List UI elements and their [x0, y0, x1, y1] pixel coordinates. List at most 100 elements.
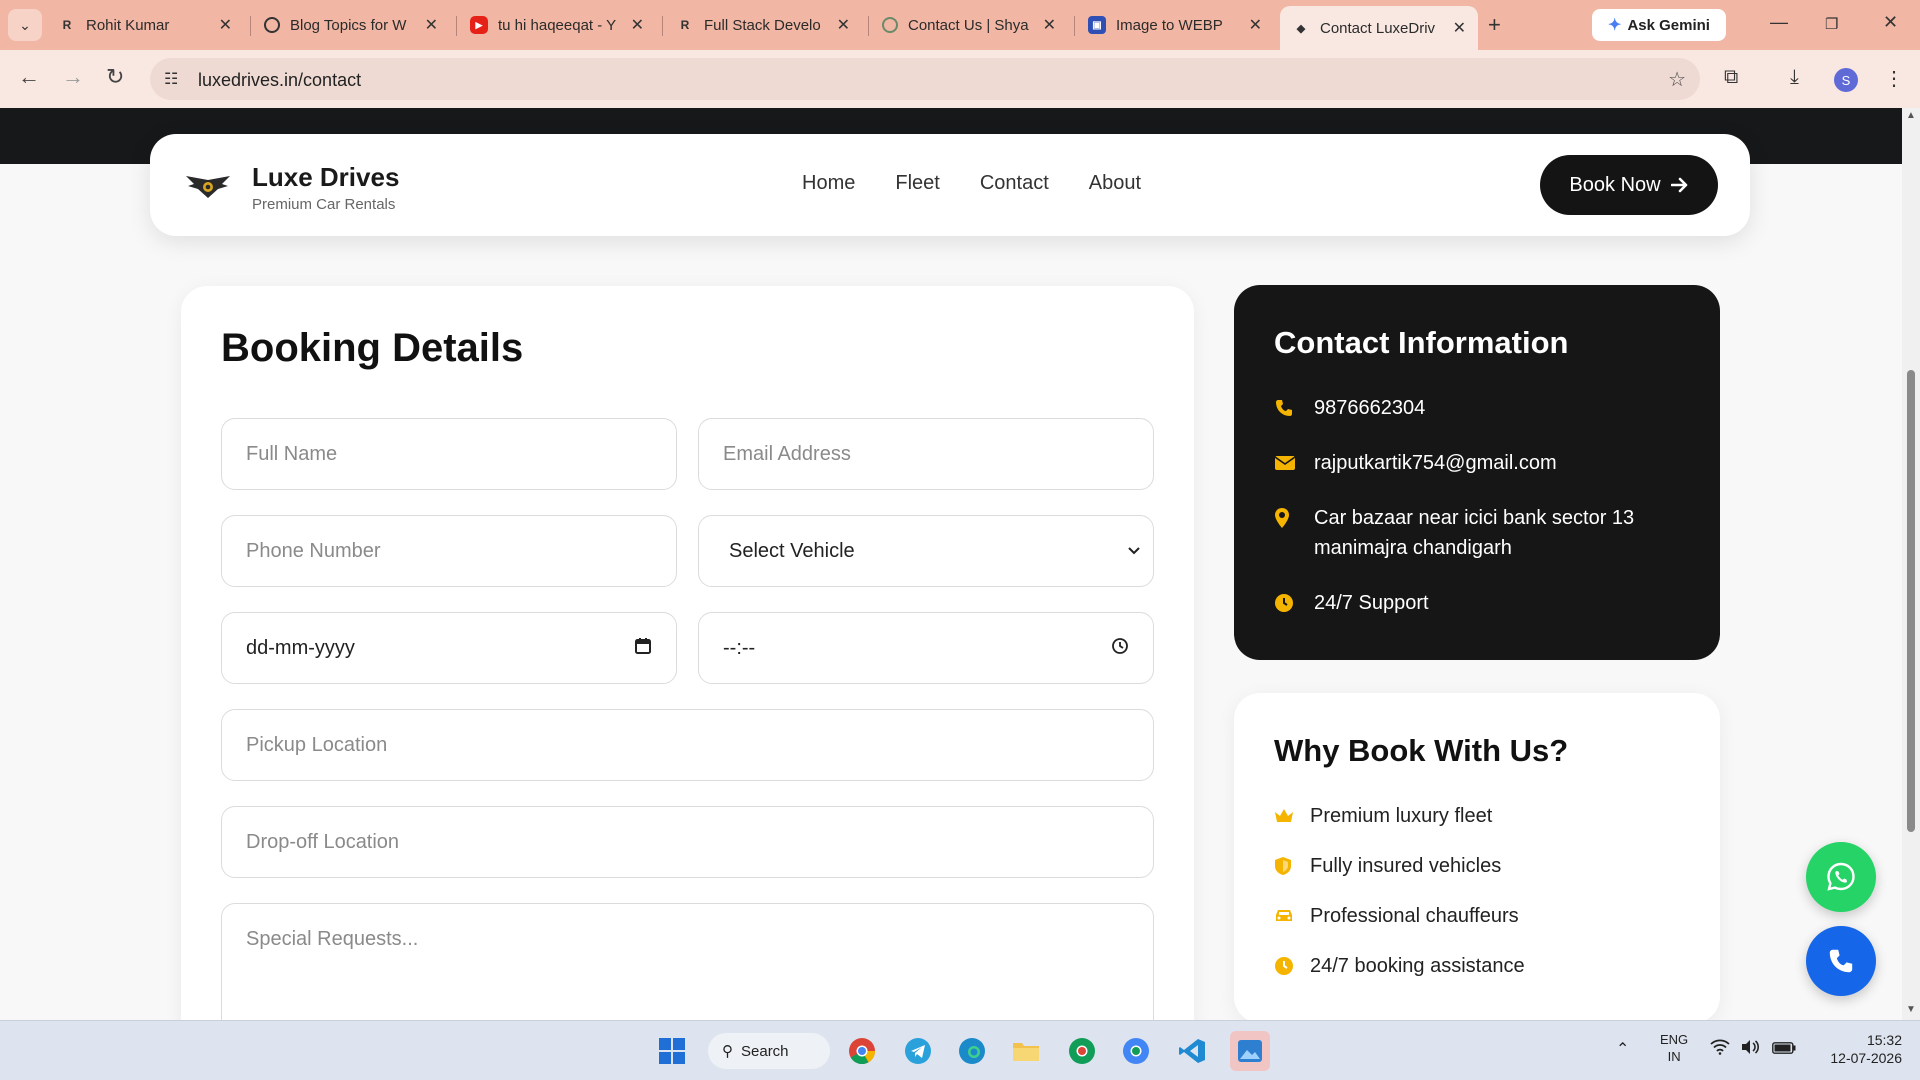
- vehicle-select[interactable]: Select Vehicle: [698, 515, 1154, 587]
- clock-icon: [1274, 956, 1310, 976]
- map-pin-icon: [1274, 503, 1314, 533]
- download-icon[interactable]: ⤓: [1790, 66, 1799, 89]
- battery-icon[interactable]: [1772, 1041, 1796, 1057]
- tray-chevron-up-icon[interactable]: ⌃: [1616, 1039, 1629, 1059]
- chrome-icon[interactable]: [846, 1035, 878, 1067]
- clock-date[interactable]: 15:32 12-07-2026: [1818, 1031, 1902, 1067]
- tab-search-menu-button[interactable]: ⌄: [8, 9, 42, 41]
- close-icon[interactable]: ✕: [219, 15, 232, 35]
- tab-contact-luxedrives[interactable]: ◆ Contact LuxeDriv ✕: [1280, 6, 1478, 50]
- arrow-right-icon: [1670, 177, 1687, 193]
- phone-icon: [1274, 393, 1314, 423]
- telegram-icon[interactable]: [902, 1035, 934, 1067]
- book-now-button[interactable]: Book Now: [1540, 155, 1718, 215]
- windows-start-icon[interactable]: [656, 1035, 688, 1067]
- close-icon[interactable]: ✕: [631, 15, 644, 35]
- luxe-logo-icon: ◆: [1296, 22, 1306, 35]
- booking-form-title: Booking Details: [221, 326, 524, 370]
- close-icon[interactable]: ✕: [425, 15, 438, 35]
- pickup-location-placeholder: Pickup Location: [246, 733, 388, 756]
- envelope-icon: [1274, 448, 1314, 478]
- page-scrollbar[interactable]: ▲ ▼: [1902, 108, 1920, 1020]
- reload-icon[interactable]: ↻: [106, 64, 124, 90]
- gemini-sparkle-icon: ✦: [1608, 17, 1622, 34]
- scroll-up-arrow-icon[interactable]: ▲: [1906, 110, 1916, 121]
- clock-icon[interactable]: [1111, 637, 1129, 655]
- photos-app-icon[interactable]: [1230, 1031, 1270, 1071]
- main-nav: Home Fleet Contact About: [802, 172, 1141, 195]
- luxe-wings-logo-icon[interactable]: [184, 172, 232, 202]
- edge-icon[interactable]: [956, 1035, 988, 1067]
- openai-icon: [264, 17, 280, 33]
- url-text[interactable]: luxedrives.in/contact: [198, 70, 361, 91]
- calendar-icon[interactable]: [634, 637, 652, 655]
- why-book-item-label: Professional chauffeurs: [1310, 904, 1519, 927]
- close-icon[interactable]: ✕: [1249, 15, 1262, 35]
- full-name-placeholder: Full Name: [246, 442, 338, 465]
- taskbar-search-box[interactable]: ⚲ Search: [708, 1033, 830, 1069]
- tab-full-stack[interactable]: R Full Stack Develo ✕: [664, 6, 862, 44]
- close-icon[interactable]: ✕: [1453, 18, 1466, 38]
- vscode-icon[interactable]: [1176, 1035, 1208, 1067]
- tab-image-to-webp[interactable]: ▣ Image to WEBP ✕: [1076, 6, 1274, 44]
- site-info-icon[interactable]: ☷: [164, 69, 178, 89]
- file-explorer-icon[interactable]: [1010, 1035, 1042, 1067]
- whatsapp-button[interactable]: [1806, 842, 1876, 912]
- brand-name[interactable]: Luxe Drives: [252, 162, 399, 193]
- contact-email[interactable]: rajputkartik754@gmail.com: [1314, 448, 1674, 478]
- scrollbar-thumb[interactable]: [1907, 370, 1915, 832]
- language-indicator[interactable]: ENG IN: [1660, 1031, 1688, 1065]
- ask-gemini-button[interactable]: ✦ Ask Gemini: [1592, 9, 1726, 41]
- extensions-puzzle-icon[interactable]: ⧉: [1724, 66, 1738, 89]
- booking-form-card: Booking Details Full Name Email Address …: [181, 286, 1194, 1020]
- tab-youtube[interactable]: ▶ tu hi haqeeqat - Y ✕: [458, 6, 656, 44]
- special-requests-textarea[interactable]: Special Requests...: [221, 903, 1154, 1020]
- tab-divider: [868, 16, 869, 36]
- pickup-date-input[interactable]: dd-mm-yyyy: [221, 612, 677, 684]
- tab-blog-topics[interactable]: Blog Topics for W ✕: [252, 6, 450, 44]
- why-book-item-label: Premium luxury fleet: [1310, 804, 1493, 827]
- profile-avatar[interactable]: S: [1834, 68, 1858, 92]
- new-tab-icon[interactable]: +: [1488, 12, 1501, 38]
- address-bar[interactable]: ☷ luxedrives.in/contact ☆: [150, 58, 1700, 100]
- call-button[interactable]: [1806, 926, 1876, 996]
- back-arrow-icon[interactable]: ←: [18, 64, 40, 90]
- full-name-input[interactable]: Full Name: [221, 418, 677, 490]
- whatsapp-icon: [1827, 862, 1855, 891]
- tab-title: Contact Us | Shya: [908, 16, 1029, 34]
- why-book-item-label: 24/7 booking assistance: [1310, 954, 1525, 977]
- tab-divider: [250, 16, 251, 36]
- volume-icon[interactable]: [1740, 1039, 1760, 1058]
- nav-fleet-link[interactable]: Fleet: [895, 172, 939, 195]
- email-placeholder: Email Address: [723, 442, 851, 465]
- browser-tab-strip: ⌄ R Rohit Kumar ✕ Blog Topics for W ✕ ▶ …: [0, 0, 1920, 50]
- tab-rohit-kumar[interactable]: R Rohit Kumar ✕: [46, 6, 244, 44]
- chrome-profile-icon[interactable]: [1066, 1035, 1098, 1067]
- profile-initial: S: [1841, 72, 1851, 88]
- pickup-time-input[interactable]: --:--: [698, 612, 1154, 684]
- more-menu-icon[interactable]: ⋮: [1884, 66, 1904, 91]
- wifi-icon[interactable]: [1710, 1039, 1730, 1058]
- why-book-item: 24/7 booking assistance: [1274, 951, 1525, 981]
- dropoff-location-input[interactable]: Drop-off Location: [221, 806, 1154, 878]
- minimize-icon[interactable]: —: [1770, 12, 1788, 33]
- email-input[interactable]: Email Address: [698, 418, 1154, 490]
- close-icon[interactable]: ✕: [1043, 15, 1056, 35]
- contact-email-row: rajputkartik754@gmail.com: [1274, 448, 1674, 478]
- phone-input[interactable]: Phone Number: [221, 515, 677, 587]
- scroll-down-arrow-icon[interactable]: ▼: [1906, 1004, 1916, 1015]
- pickup-location-input[interactable]: Pickup Location: [221, 709, 1154, 781]
- contact-phone[interactable]: 9876662304: [1314, 393, 1674, 423]
- tab-contact-us[interactable]: Contact Us | Shya ✕: [870, 6, 1068, 44]
- restore-icon[interactable]: ❐: [1825, 15, 1838, 33]
- chrome-profile-icon[interactable]: [1120, 1035, 1152, 1067]
- globe-icon: [882, 17, 898, 33]
- nav-home-link[interactable]: Home: [802, 172, 855, 195]
- close-icon[interactable]: ✕: [837, 15, 850, 35]
- tab-divider: [456, 16, 457, 36]
- window-close-icon[interactable]: ✕: [1883, 12, 1898, 33]
- nav-contact-link[interactable]: Contact: [980, 172, 1049, 195]
- nav-about-link[interactable]: About: [1089, 172, 1141, 195]
- bookmark-star-icon[interactable]: ☆: [1668, 67, 1686, 92]
- forward-arrow-icon[interactable]: →: [62, 64, 84, 90]
